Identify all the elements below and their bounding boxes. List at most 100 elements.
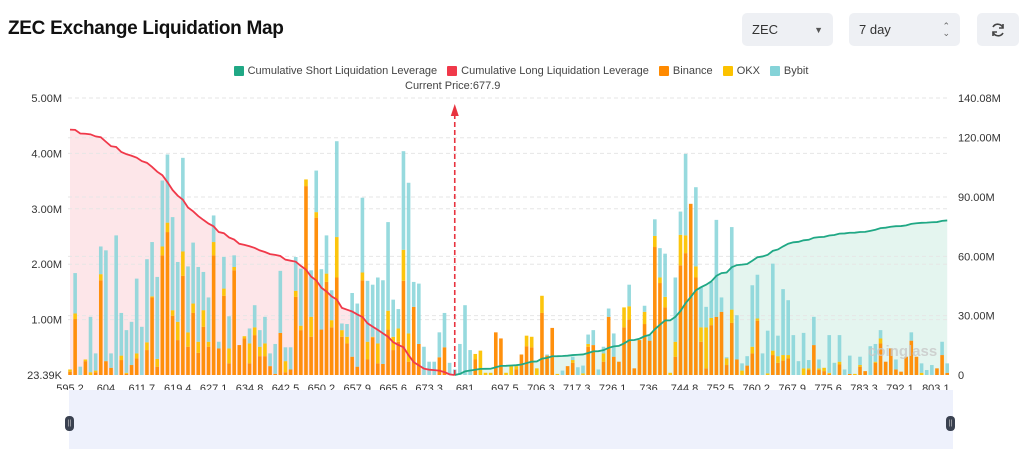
binance-bar [365, 359, 370, 375]
binance-bar [514, 369, 519, 375]
binance-bar [899, 371, 903, 375]
binance-bar [550, 327, 555, 375]
binance-bar [247, 363, 252, 375]
binance-bar [499, 338, 503, 375]
binance-bar [863, 371, 867, 375]
coinglass-watermark: coinglass [868, 343, 937, 360]
binance-bar [642, 324, 647, 375]
bybit-bar [909, 332, 914, 341]
okx-bar [299, 325, 303, 331]
binance-bar [755, 320, 760, 375]
okx-bar [786, 355, 790, 359]
bybit-bar [422, 346, 426, 375]
binance-bar [683, 253, 688, 375]
slider-left-handle[interactable]: || [65, 416, 74, 431]
okx-bar [88, 372, 93, 375]
x-tick-label: 657.9 [344, 383, 372, 390]
bybit-bar [370, 284, 375, 337]
binance-bar [493, 332, 498, 375]
okx-bar [581, 373, 585, 375]
binance-bar [283, 372, 288, 375]
bybit-bar [222, 256, 226, 289]
binance-bar [586, 346, 590, 375]
okx-bar [134, 353, 139, 359]
binance-bar [786, 358, 790, 375]
okx-bar [853, 373, 857, 375]
okx-bar [586, 343, 590, 347]
okx-bar [509, 366, 513, 375]
binance-bar [119, 360, 124, 375]
binance-bar [622, 327, 626, 375]
x-tick-label: 627.1 [200, 383, 228, 390]
bybit-bar [232, 255, 236, 267]
bybit-bar [263, 316, 267, 344]
bybit-bar [755, 274, 760, 319]
binance-bar [273, 373, 277, 375]
slider-right-handle[interactable]: || [946, 416, 955, 431]
okx-bar [642, 311, 647, 325]
binance-bar [411, 306, 416, 375]
y-right-tick-label: 0 [958, 370, 964, 382]
okx-bar [699, 327, 703, 342]
bybit-bar [704, 306, 708, 328]
bybit-bar [314, 170, 319, 213]
bybit-bar [806, 360, 811, 369]
binance-bar [83, 361, 88, 375]
x-tick-label: 611.7 [128, 383, 155, 390]
y-right-tick-label: 30.00M [958, 311, 995, 323]
okx-bar [83, 359, 88, 362]
okx-bar [827, 372, 832, 374]
okx-bar [483, 372, 488, 375]
binance-bar [883, 361, 888, 375]
binance-bar [647, 340, 652, 375]
binance-bar [678, 265, 683, 375]
binance-bar [735, 359, 739, 375]
bybit-bar [386, 222, 390, 311]
bybit-bar [930, 365, 934, 375]
okx-bar [622, 307, 626, 328]
okx-bar [529, 336, 534, 348]
binance-bar [940, 355, 944, 375]
x-tick-label: 752.5 [707, 383, 735, 390]
bybit-bar [319, 269, 324, 330]
bybit-bar [155, 276, 160, 359]
bybit-bar [842, 369, 847, 375]
x-tick-label: 634.8 [236, 383, 264, 390]
y-right-tick-label: 90.00M [958, 192, 995, 204]
okx-bar [724, 358, 729, 366]
binance-bar [617, 361, 621, 375]
bybit-bar [837, 335, 842, 362]
binance-bar [812, 345, 816, 375]
x-tick-label: 726.1 [599, 383, 627, 390]
y-left-tick-label: 2.00M [31, 259, 62, 271]
binance-bar [329, 327, 334, 375]
binance-bar [837, 364, 842, 375]
binance-bar [673, 356, 678, 375]
bybit-bar [627, 284, 631, 307]
binance-bar [350, 356, 354, 375]
okx-bar [740, 370, 744, 375]
bybit-bar [109, 353, 113, 368]
bybit-bar [432, 361, 437, 375]
y-left-tick-label: 23.39K [27, 370, 63, 382]
okx-bar [365, 341, 370, 360]
bybit-bar [129, 321, 134, 366]
okx-bar [386, 310, 390, 330]
binance-bar [129, 365, 134, 375]
binance-bar [304, 186, 308, 375]
binance-bar [417, 343, 421, 375]
bybit-bar [124, 330, 129, 373]
binance-bar [293, 296, 298, 375]
bybit-bar [150, 242, 154, 297]
bybit-bar [581, 365, 585, 374]
binance-bar [324, 281, 329, 375]
range-slider[interactable] [69, 390, 953, 449]
bybit-bar [463, 305, 467, 375]
bybit-bar [801, 332, 806, 369]
bybit-bar [134, 278, 139, 354]
bybit-bar [570, 356, 575, 361]
bybit-bar [596, 369, 601, 375]
bybit-bar [827, 335, 832, 373]
binance-bar [473, 359, 478, 375]
okx-bar [206, 341, 211, 347]
